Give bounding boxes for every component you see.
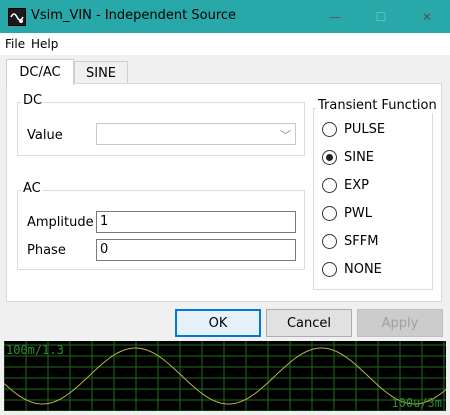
transient-group: PULSE SINE EXP PWL SFFM NONE	[313, 108, 433, 290]
ok-button[interactable]: OK	[175, 309, 261, 337]
tab-panel: DC Value ﹀ AC Amplitude 1 Phase 0 PULSE …	[6, 83, 442, 302]
tab-sine[interactable]: SINE	[74, 61, 128, 85]
chevron-down-icon: ﹀	[280, 129, 291, 142]
scope-bottom-label: 100u/3m	[391, 396, 442, 410]
title-bar: Vsim_VIN - Independent Source — ☐ ✕	[0, 0, 450, 33]
ac-group-title: AC	[21, 181, 43, 196]
phase-input[interactable]: 0	[96, 239, 296, 261]
radio-pulse-label: PULSE	[344, 121, 386, 137]
close-button[interactable]: ✕	[404, 0, 450, 33]
radio-pwl[interactable]: PWL	[322, 204, 372, 222]
menu-bar: File Help	[0, 33, 450, 55]
radio-exp[interactable]: EXP	[322, 176, 369, 194]
radio-sine-icon	[322, 149, 337, 165]
dialog-body: DC/AC SINE DC Value ﹀ AC Amplitude 1 Pha…	[0, 55, 450, 415]
radio-sine[interactable]: SINE	[322, 148, 374, 166]
tab-dc-ac[interactable]: DC/AC	[6, 59, 74, 85]
maximize-button[interactable]: ☐	[358, 0, 404, 33]
phase-label: Phase	[27, 243, 66, 258]
radio-pwl-icon	[322, 205, 337, 221]
waveform-preview: 100m/1.3 100u/3m	[4, 341, 446, 411]
radio-none-label: NONE	[344, 261, 382, 277]
radio-none-icon	[322, 261, 337, 277]
amplitude-label: Amplitude	[27, 215, 94, 230]
minimize-icon: —	[329, 9, 341, 24]
radio-sine-label: SINE	[344, 149, 375, 165]
minimize-button[interactable]: —	[312, 0, 358, 33]
window-title: Vsim_VIN - Independent Source	[31, 8, 237, 23]
radio-exp-label: EXP	[344, 177, 369, 193]
amplitude-input[interactable]: 1	[96, 211, 296, 233]
menu-help[interactable]: Help	[31, 37, 58, 51]
radio-sffm-label: SFFM	[344, 233, 379, 249]
maximize-icon: ☐	[375, 9, 387, 24]
transient-group-title: Transient Function	[316, 98, 439, 113]
close-icon: ✕	[421, 9, 433, 24]
cancel-button[interactable]: Cancel	[266, 309, 352, 337]
scope-top-label: 100m/1.3	[6, 343, 64, 357]
radio-pulse-icon	[322, 121, 337, 137]
radio-none[interactable]: NONE	[322, 260, 382, 278]
radio-pwl-label: PWL	[344, 205, 372, 221]
menu-file[interactable]: File	[5, 37, 25, 51]
waveform-plot	[4, 341, 446, 411]
dc-group-title: DC	[21, 93, 45, 108]
radio-sffm-icon	[322, 233, 337, 249]
radio-pulse[interactable]: PULSE	[322, 120, 385, 138]
app-icon	[8, 8, 26, 26]
dc-value-combobox[interactable]: ﹀	[96, 123, 296, 145]
radio-sffm[interactable]: SFFM	[322, 232, 378, 250]
apply-button[interactable]: Apply	[357, 309, 443, 337]
radio-exp-icon	[322, 177, 337, 193]
dc-value-label: Value	[27, 128, 63, 143]
